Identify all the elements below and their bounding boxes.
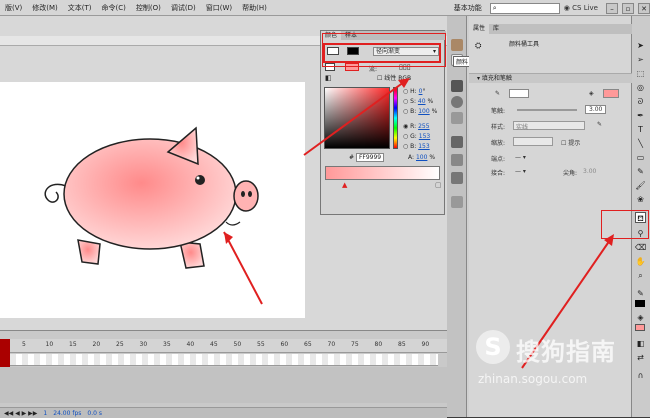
annotation-arrowhead-tool <box>604 234 614 246</box>
watermark-url: zhinan.sogou.com <box>478 372 588 386</box>
watermark-text: 搜狗指南 <box>516 338 616 366</box>
annotation-arrow-panel <box>303 81 405 156</box>
annotation-arrowhead-panel <box>398 78 410 88</box>
watermark: S 搜狗指南 zhinan.sogou.com <box>476 326 646 396</box>
sogou-logo-icon: S <box>476 330 510 364</box>
